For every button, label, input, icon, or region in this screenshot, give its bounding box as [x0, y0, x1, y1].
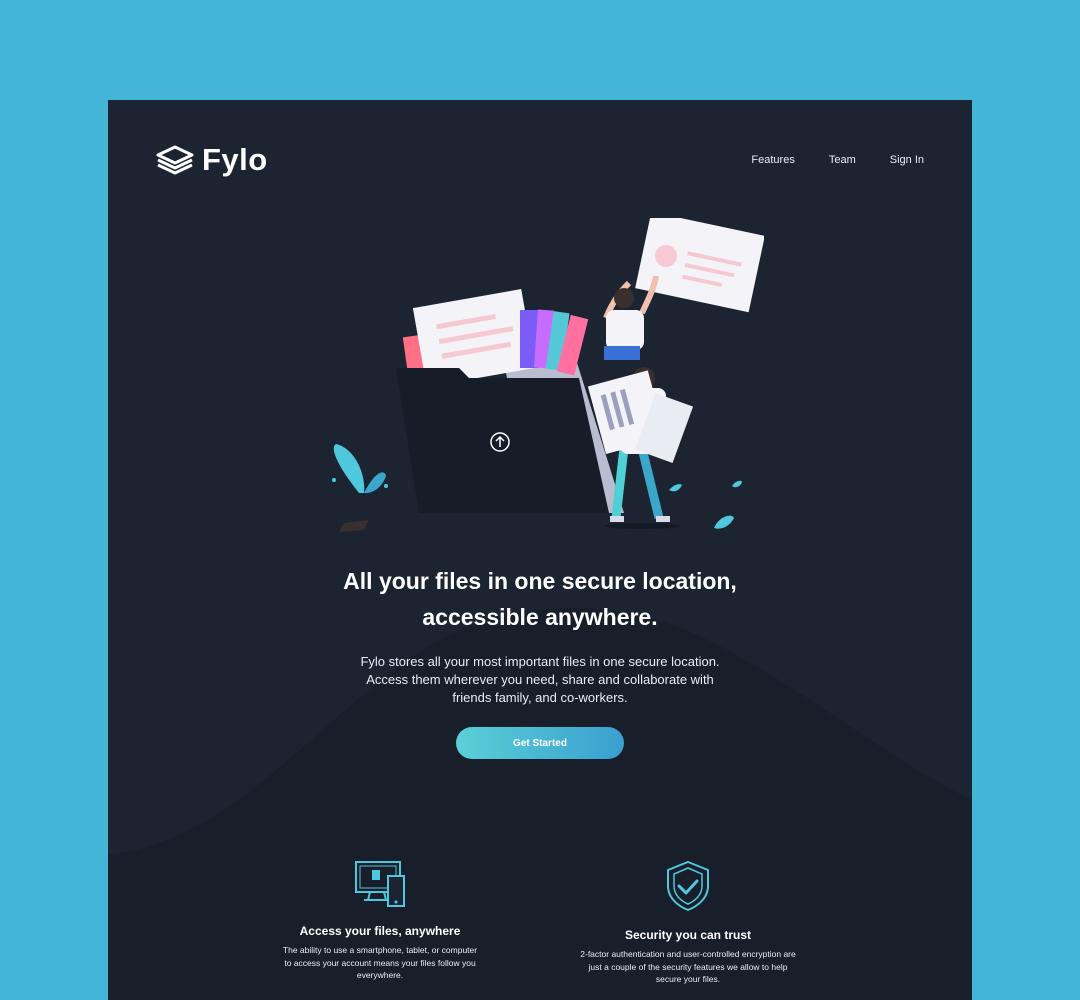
hero-desc-line3: friends family, and co-workers.: [452, 690, 628, 705]
nav-link-features[interactable]: Features: [751, 154, 794, 166]
devices-icon: [355, 861, 405, 907]
landing-page: Fylo Features Team Sign In All your file…: [108, 100, 972, 1000]
main-nav: Features Team Sign In: [751, 154, 924, 166]
get-started-button[interactable]: Get Started: [456, 727, 624, 759]
logo[interactable]: Fylo: [156, 142, 268, 178]
plant-left: [332, 444, 388, 532]
logo-layers-icon: [156, 145, 194, 175]
hero-title: All your files in one secure location, a…: [290, 563, 790, 635]
site-header: Fylo Features Team Sign In: [156, 140, 924, 180]
feature-title: Access your files, anywhere: [299, 924, 461, 938]
hero-title-line1: All your files in one secure location,: [343, 568, 737, 594]
feature-desc-line3: everywhere.: [356, 970, 404, 980]
feature-desc-line2: just a couple of the security features w…: [588, 961, 788, 972]
feature-description: The ability to use a smartphone, tablet,…: [260, 944, 500, 982]
hero-desc-line2: Access them wherever you need, share and…: [366, 672, 714, 687]
hero-title-line2: accessible anywhere.: [422, 604, 658, 630]
person-holding-card: [603, 218, 764, 360]
feature-desc-line2: to access your account means your files …: [284, 957, 476, 968]
shield-check-icon: [667, 860, 709, 912]
brand-name: Fylo: [202, 142, 268, 177]
feature-security: Security you can trust 2-factor authenti…: [568, 860, 808, 986]
feature-access: Access your files, anywhere The ability …: [260, 860, 500, 982]
hero-desc-line1: Fylo stores all your most important file…: [360, 654, 720, 669]
hero-description: Fylo stores all your most important file…: [340, 653, 740, 707]
hero-illustration: [332, 218, 764, 532]
feature-title: Security you can trust: [624, 928, 752, 942]
feature-desc-line3: secure your files.: [655, 974, 721, 984]
feature-desc-line1: 2-factor authentication and user-control…: [580, 949, 796, 959]
feature-description: 2-factor authentication and user-control…: [568, 948, 808, 986]
color-swatches: [520, 309, 589, 376]
nav-link-team[interactable]: Team: [829, 154, 856, 166]
nav-link-sign-in[interactable]: Sign In: [890, 154, 924, 166]
feature-desc-line1: The ability to use a smartphone, tablet,…: [282, 945, 478, 955]
